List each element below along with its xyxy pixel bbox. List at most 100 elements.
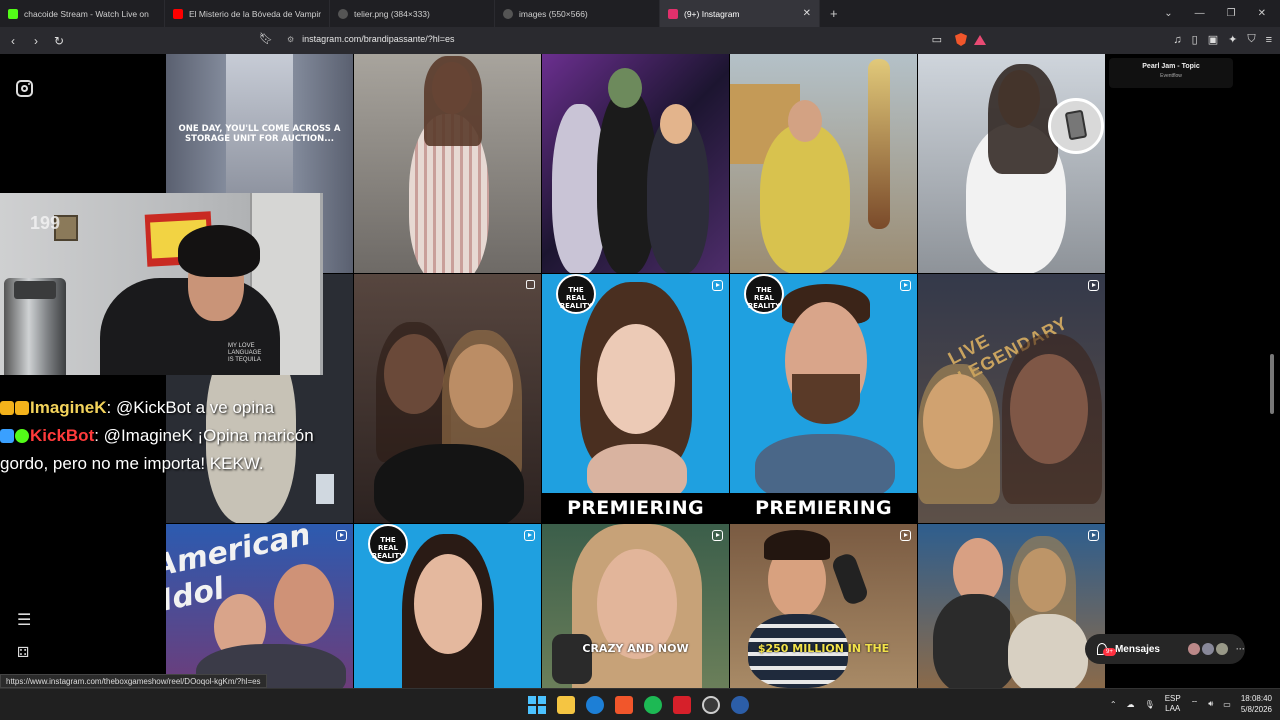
reel-icon xyxy=(524,530,535,541)
reel-icon xyxy=(900,280,911,291)
address-bar[interactable]: ⚙ instagram.com/brandipassante/?hl=es xyxy=(287,34,455,44)
forward-button[interactable]: › xyxy=(26,34,46,48)
post-crazy-and-now[interactable]: CRAZY AND NOW xyxy=(542,524,729,688)
tab-instagram[interactable]: (9+) Instagram ✕ xyxy=(660,0,820,27)
post-250-million[interactable]: $250 MILLION IN THE xyxy=(730,524,917,688)
new-tab-button[interactable]: + xyxy=(820,6,848,21)
back-button[interactable]: ‹ xyxy=(3,34,23,48)
now-playing-card[interactable]: Pearl Jam - Topic Eventflow xyxy=(1109,58,1233,88)
message-avatars xyxy=(1188,643,1228,655)
premiere-date-text: PREMIERING 9.16.25 xyxy=(542,493,729,523)
reel-icon xyxy=(712,530,723,541)
maximize-button[interactable]: ❐ xyxy=(1227,8,1236,19)
clock[interactable]: 18:08:40 5/8/2026 xyxy=(1241,693,1272,715)
post-selfie-friends[interactable] xyxy=(354,274,541,523)
post-outdoor-woman[interactable] xyxy=(918,54,1105,273)
spotify-icon[interactable] xyxy=(644,696,662,714)
tab-bar: chacoide Stream - Watch Live on El Miste… xyxy=(0,0,1280,27)
more-menu-icon[interactable]: ☰ xyxy=(17,610,31,630)
file-explorer-icon[interactable] xyxy=(557,696,575,714)
instagram-logo-icon[interactable] xyxy=(16,80,33,97)
volume-icon[interactable]: 🔊︎ xyxy=(1208,699,1213,709)
messages-unread-badge: 9+ xyxy=(1103,648,1116,656)
chat-message: KickBot: @ImagineK ¡Opina maricón gordo,… xyxy=(0,426,314,473)
brave-rewards-icon[interactable] xyxy=(974,35,986,45)
tab-youtube[interactable]: El Misterio de la Bóveda de Vampiros xyxy=(165,0,330,27)
post-real-reality-woman[interactable]: THE REAL REALITY xyxy=(354,524,541,688)
post-caption: $250 MILLION IN THE xyxy=(757,642,890,655)
chat-message: ImagineK: @KickBot a ve opina xyxy=(0,394,330,422)
cast-icon[interactable]: ▭ xyxy=(932,33,942,46)
crown-badge-icon xyxy=(0,401,14,415)
windows-taskbar: ⌃ ☁ 🎙︎ ESP LAA ⌔ 🔊︎ ▭ 18:08:40 5/8/2026 xyxy=(0,688,1280,720)
battery-icon[interactable]: ▭ xyxy=(1223,700,1231,709)
brave-icon[interactable] xyxy=(615,696,633,714)
instagram-page: ☰ ⚃ ONE DAY, YOU'LL COME ACROSS A STORAG… xyxy=(0,54,1280,688)
bookmark-icon[interactable]: 🔖︎ xyxy=(259,32,273,45)
language-indicator[interactable]: ESP LAA xyxy=(1165,694,1181,714)
more-options-icon[interactable]: ··· xyxy=(1236,644,1245,654)
tab-telier[interactable]: telier.png (384×333) xyxy=(330,0,495,27)
reload-button[interactable]: ↻ xyxy=(49,34,69,48)
obs-icon[interactable] xyxy=(702,696,720,714)
reel-icon xyxy=(900,530,911,541)
post-playboy[interactable] xyxy=(730,54,917,273)
also-from-meta-icon[interactable]: ⚃ xyxy=(17,644,29,661)
scrollbar[interactable] xyxy=(1270,354,1274,414)
the-real-reality-logo: THE REAL REALITY xyxy=(556,274,596,314)
streaming-app-icon[interactable] xyxy=(673,696,691,714)
post-storage-woman[interactable] xyxy=(354,54,541,273)
right-panel: Pearl Jam - Topic Eventflow xyxy=(1105,54,1280,688)
vpn-icon[interactable]: ⛉ xyxy=(1247,33,1255,46)
wallet-icon[interactable]: ▣ xyxy=(1208,33,1218,46)
sidebar-icon[interactable]: ▯ xyxy=(1192,33,1198,46)
reel-icon xyxy=(712,280,723,291)
bing-icon[interactable] xyxy=(586,696,604,714)
bot-badge-icon xyxy=(0,429,14,443)
close-window-button[interactable]: ✕ xyxy=(1258,8,1266,19)
post-live-legendary[interactable]: LIVE LEGENDARY xyxy=(918,274,1105,523)
sub-badge-icon xyxy=(15,401,29,415)
tab-kick[interactable]: chacoide Stream - Watch Live on xyxy=(0,0,165,27)
network-status-icon[interactable]: ☁ xyxy=(1127,700,1135,709)
brave-shields-icon[interactable] xyxy=(955,33,967,46)
app-icon[interactable] xyxy=(731,696,749,714)
globe-icon xyxy=(338,8,348,19)
carousel-icon xyxy=(526,280,535,289)
site-info-icon[interactable]: ⚙ xyxy=(287,35,294,44)
kick-icon xyxy=(8,8,18,19)
microphone-icon[interactable]: 🎙︎ xyxy=(1145,700,1155,709)
webcam-overlay: 199 MY LOVE LANGUAGE IS TEQUILA xyxy=(0,193,323,375)
webcam-counter: 199 xyxy=(30,213,61,233)
youtube-icon xyxy=(173,8,183,19)
post-premiering-9-16[interactable]: THEREALREALITY PREMIERING 9.16.25 xyxy=(542,274,729,523)
leo-ai-icon[interactable]: ✦ xyxy=(1228,33,1237,46)
link-status-bar: https://www.instagram.com/theboxgameshow… xyxy=(0,674,267,688)
browser-toolbar: ‹ › ↻ 🔖︎ ⚙ instagram.com/brandipassante/… xyxy=(0,27,1280,54)
tab-search-icon[interactable]: ⌄ xyxy=(1164,8,1172,19)
globe-icon xyxy=(503,8,513,19)
close-tab-icon[interactable]: ✕ xyxy=(797,8,811,19)
verified-badge-icon xyxy=(15,429,29,443)
instagram-icon xyxy=(668,8,678,19)
reel-icon xyxy=(336,530,347,541)
post-premiering-9-9[interactable]: THEREALREALITY PREMIERING 9.9.25 xyxy=(730,274,917,523)
post-caption: ONE DAY, YOU'LL COME ACROSS A STORAGE UN… xyxy=(178,124,341,144)
stream-chat-overlay: ImagineK: @KickBot a ve opina KickBot: @… xyxy=(0,394,330,478)
media-icon[interactable]: ♫ xyxy=(1173,34,1181,46)
wifi-icon[interactable]: ⌔ xyxy=(1191,699,1199,709)
minimize-button[interactable]: — xyxy=(1195,8,1205,19)
start-button[interactable] xyxy=(528,696,546,714)
post-halloween[interactable] xyxy=(542,54,729,273)
the-real-reality-logo: THE REAL REALITY xyxy=(744,274,784,314)
post-american-idol[interactable]: American Idol xyxy=(166,524,353,688)
tab-images[interactable]: images (550×566) xyxy=(495,0,660,27)
post-selfie-couple[interactable] xyxy=(918,524,1105,688)
menu-icon[interactable]: ≡ xyxy=(1266,34,1272,46)
music-disc-icon xyxy=(1048,98,1104,154)
show-hidden-icons[interactable]: ⌃ xyxy=(1110,700,1117,709)
post-caption: CRAZY AND NOW xyxy=(582,642,689,655)
reel-icon xyxy=(1088,530,1099,541)
system-tray: ⌃ ☁ 🎙︎ ESP LAA ⌔ 🔊︎ ▭ 18:08:40 5/8/2026 xyxy=(1110,693,1272,715)
reel-icon xyxy=(1088,280,1099,291)
